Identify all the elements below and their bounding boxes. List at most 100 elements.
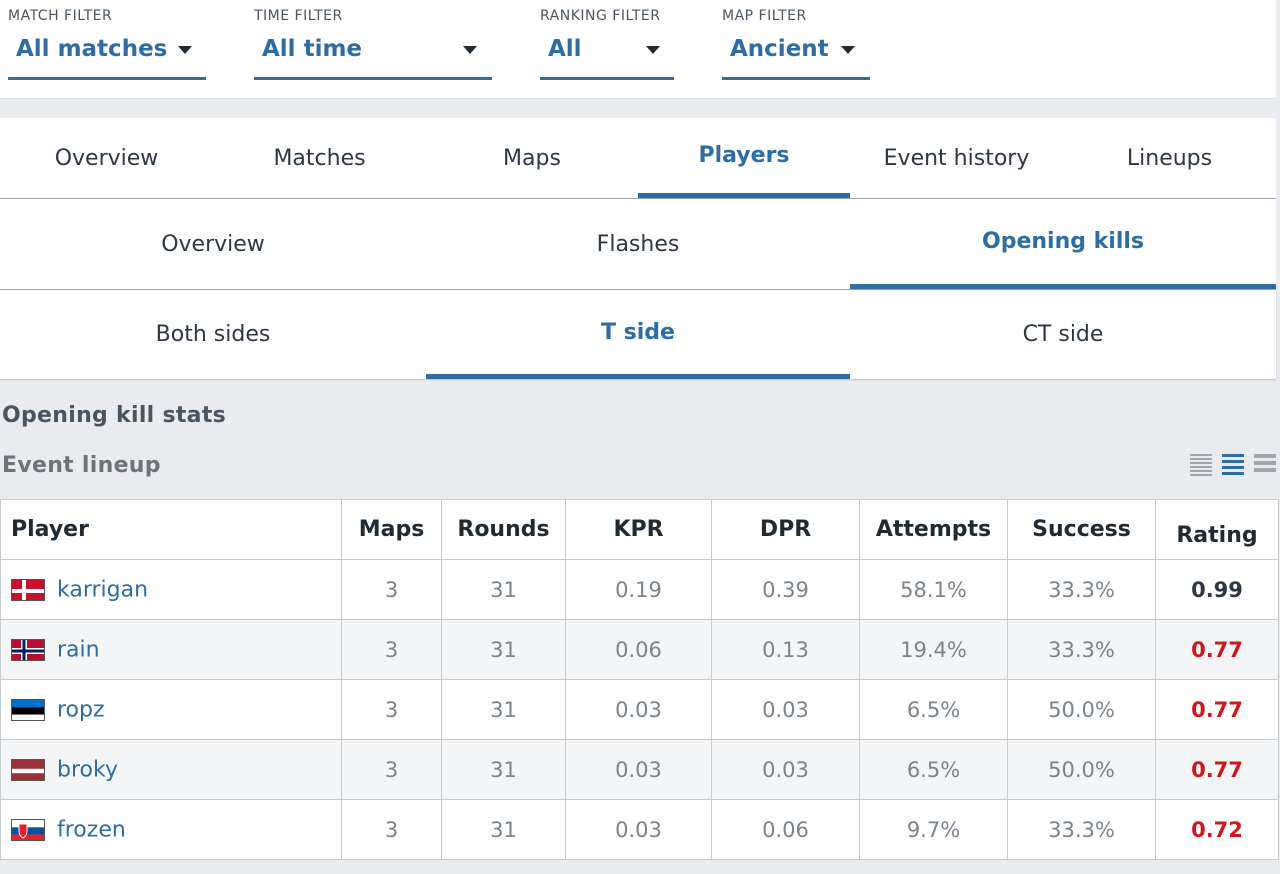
tab-players[interactable]: Players [638, 118, 850, 198]
tab-maps[interactable]: Maps [426, 118, 638, 198]
table-row: karrigan 3 31 0.19 0.39 58.1% 33.3% 0.99 [0, 559, 1279, 620]
player-link[interactable]: broky [57, 757, 118, 782]
estonia-flag-icon [11, 698, 45, 721]
player-cell: broky [0, 739, 342, 800]
maps-cell: 3 [341, 799, 442, 860]
header-player[interactable]: Player [0, 499, 342, 560]
rounds-cell: 31 [441, 679, 566, 740]
player-cell: frozen [0, 799, 342, 860]
tab-players-overview[interactable]: Overview [0, 199, 426, 289]
player-cell: rain [0, 619, 342, 680]
dpr-cell: 0.03 [711, 679, 860, 740]
slovakia-flag-icon [11, 818, 45, 841]
header-kpr[interactable]: KPR [565, 499, 712, 560]
kpr-cell: 0.03 [565, 679, 712, 740]
time-filter-select[interactable]: All time [254, 36, 492, 80]
latvia-flag-icon [11, 758, 45, 781]
table-row: ropz 3 31 0.03 0.03 6.5% 50.0% 0.77 [0, 679, 1279, 740]
header-attempts[interactable]: Attempts [859, 499, 1008, 560]
ranking-filter-label: RANKING FILTER [540, 8, 661, 24]
header-rounds[interactable]: Rounds [441, 499, 566, 560]
lineup-label: Event lineup [2, 453, 161, 478]
tab-ct-side[interactable]: CT side [850, 290, 1276, 379]
maps-cell: 3 [341, 559, 442, 620]
tab-matches[interactable]: Matches [213, 118, 426, 198]
norway-flag-icon [11, 638, 45, 661]
attempts-cell: 58.1% [859, 559, 1008, 620]
tab-flashes[interactable]: Flashes [426, 199, 850, 289]
tab-lineups[interactable]: Lineups [1063, 118, 1276, 198]
attempts-cell: 6.5% [859, 739, 1008, 800]
header-maps[interactable]: Maps [341, 499, 442, 560]
maps-cell: 3 [341, 679, 442, 740]
main-tabs: Overview Matches Maps Players Event hist… [0, 118, 1276, 198]
sub-tabs: Overview Flashes Opening kills [0, 199, 1276, 289]
player-link[interactable]: rain [57, 637, 100, 662]
dpr-cell: 0.13 [711, 619, 860, 680]
player-cell: ropz [0, 679, 342, 740]
opening-kill-stats-table: Player Maps Rounds KPR DPR Attempts Succ… [0, 499, 1279, 860]
tab-opening-kills[interactable]: Opening kills [850, 199, 1276, 289]
dpr-cell: 0.39 [711, 559, 860, 620]
table-row: broky 3 31 0.03 0.03 6.5% 50.0% 0.77 [0, 739, 1279, 800]
rounds-cell: 31 [441, 619, 566, 680]
dpr-cell: 0.06 [711, 799, 860, 860]
kpr-cell: 0.03 [565, 739, 712, 800]
map-filter-select[interactable]: Ancient [722, 36, 870, 80]
ranking-filter-value: All [548, 36, 582, 62]
list-wide-icon[interactable] [1254, 454, 1276, 476]
side-tabs: Both sides T side CT side [0, 290, 1276, 379]
match-filter-select[interactable]: All matches [8, 36, 206, 80]
tab-both-sides[interactable]: Both sides [0, 290, 426, 379]
header-rating[interactable]: Rating [1155, 499, 1279, 560]
attempts-cell: 6.5% [859, 679, 1008, 740]
kpr-cell: 0.19 [565, 559, 712, 620]
attempts-cell: 9.7% [859, 799, 1008, 860]
player-cell: karrigan [0, 559, 342, 620]
match-filter-value: All matches [16, 36, 168, 62]
ranking-filter-select[interactable]: All [540, 36, 674, 80]
rating-cell: 0.77 [1155, 619, 1279, 680]
success-cell: 33.3% [1007, 559, 1156, 620]
header-dpr[interactable]: DPR [711, 499, 860, 560]
dpr-cell: 0.03 [711, 739, 860, 800]
player-link[interactable]: karrigan [57, 577, 148, 602]
player-link[interactable]: frozen [57, 817, 126, 842]
list-medium-icon[interactable] [1222, 454, 1244, 476]
section-title: Opening kill stats [2, 403, 227, 428]
rounds-cell: 31 [441, 799, 566, 860]
match-filter-label: MATCH FILTER [8, 8, 113, 24]
player-link[interactable]: ropz [57, 697, 105, 722]
map-filter-value: Ancient [730, 36, 829, 62]
kpr-cell: 0.06 [565, 619, 712, 680]
table-header-row: Player Maps Rounds KPR DPR Attempts Succ… [0, 499, 1279, 560]
filter-bar: MATCH FILTER All matches TIME FILTER All… [0, 0, 1276, 99]
tab-event-history[interactable]: Event history [850, 118, 1063, 198]
success-cell: 50.0% [1007, 739, 1156, 800]
time-filter-label: TIME FILTER [254, 8, 343, 24]
header-success[interactable]: Success [1007, 499, 1156, 560]
rating-cell: 0.77 [1155, 679, 1279, 740]
rounds-cell: 31 [441, 559, 566, 620]
map-filter-label: MAP FILTER [722, 8, 807, 24]
success-cell: 33.3% [1007, 619, 1156, 680]
tab-overview[interactable]: Overview [0, 118, 213, 198]
kpr-cell: 0.03 [565, 799, 712, 860]
chevron-down-icon [646, 46, 660, 54]
chevron-down-icon [463, 46, 477, 54]
table-row: rain 3 31 0.06 0.13 19.4% 33.3% 0.77 [0, 619, 1279, 680]
attempts-cell: 19.4% [859, 619, 1008, 680]
maps-cell: 3 [341, 739, 442, 800]
maps-cell: 3 [341, 619, 442, 680]
list-dense-icon[interactable] [1190, 454, 1212, 476]
chevron-down-icon [178, 46, 192, 54]
time-filter-value: All time [262, 36, 363, 62]
success-cell: 33.3% [1007, 799, 1156, 860]
table-row: frozen 3 31 0.03 0.06 9.7% 33.3% 0.72 [0, 799, 1279, 860]
rating-cell: 0.72 [1155, 799, 1279, 860]
rating-cell: 0.77 [1155, 739, 1279, 800]
tab-t-side[interactable]: T side [426, 290, 850, 379]
rating-cell: 0.99 [1155, 559, 1279, 620]
view-toggles [1188, 454, 1278, 478]
rounds-cell: 31 [441, 739, 566, 800]
